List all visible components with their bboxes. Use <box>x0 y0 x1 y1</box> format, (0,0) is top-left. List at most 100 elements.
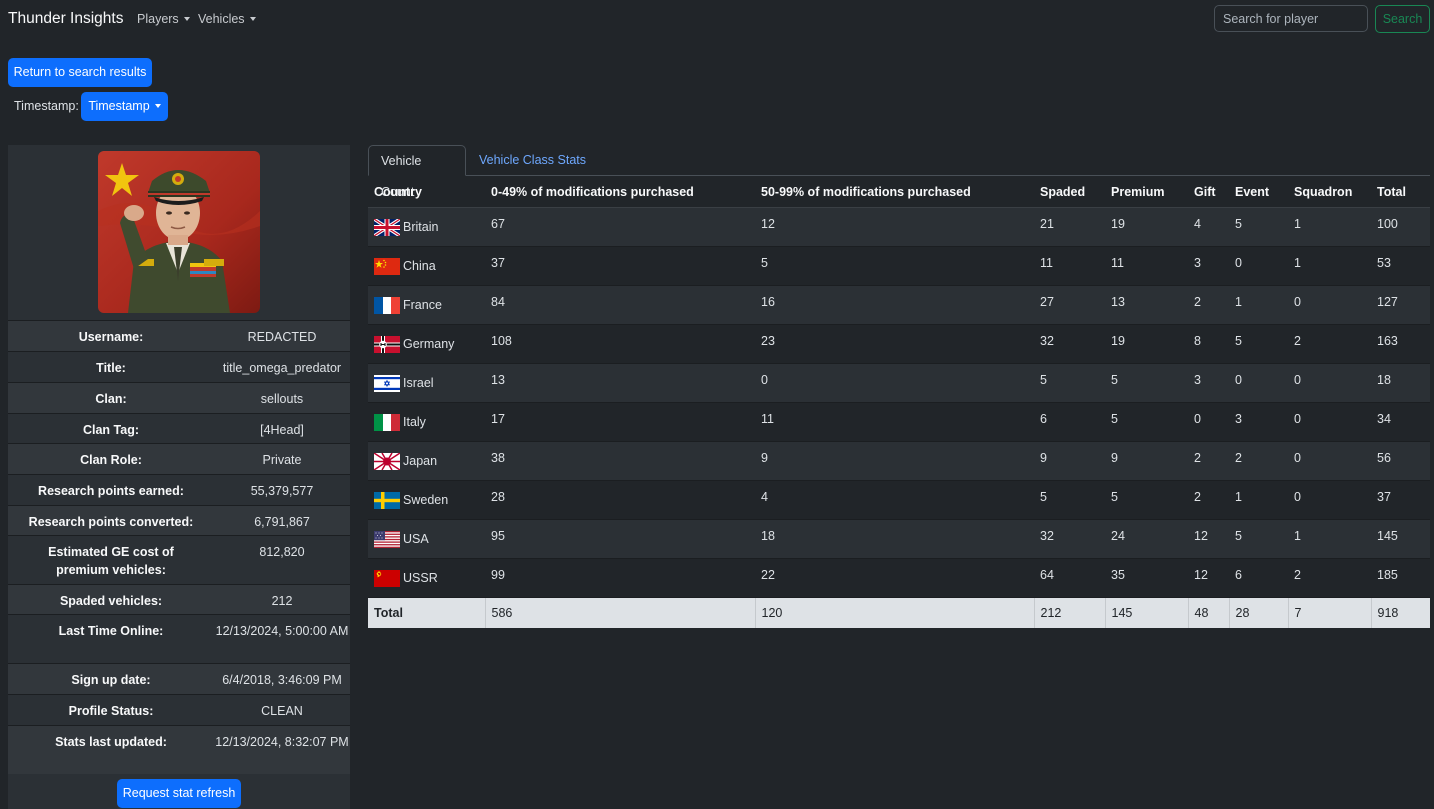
profile-row-label: Clan Tag: <box>82 423 140 437</box>
table-cell: 13 <box>485 363 755 403</box>
usa-flag-icon <box>374 530 403 548</box>
table-cell: 19 <box>1105 324 1188 364</box>
column-header[interactable]: Gift <box>1188 176 1229 208</box>
tab-vehicle-class-stats[interactable]: Vehicle Class Stats <box>467 145 598 176</box>
table-cell: 16 <box>755 285 1034 325</box>
column-header[interactable]: 50-99% of modifications purchased <box>755 176 1034 208</box>
request-stat-refresh-button[interactable]: Request stat refresh <box>117 779 241 808</box>
table-cell: 6 <box>1229 558 1288 598</box>
table-cell: 56 <box>1371 441 1430 481</box>
profile-row: Last Time Online: 12/13/2024, 5:00:00 AM <box>8 614 350 663</box>
cell-value: 17 <box>491 412 505 426</box>
profile-row-label: Research points converted: <box>28 515 194 529</box>
table-cell: 32 <box>1034 324 1105 364</box>
cell-value: 5 <box>1040 373 1047 387</box>
country-name: USSR <box>403 570 438 585</box>
cell-value: 32 <box>1040 334 1054 348</box>
table-cell: 2 <box>1229 441 1288 481</box>
cell-value: 67 <box>491 217 505 231</box>
table-cell: 9 <box>755 441 1034 481</box>
cell-value: 53 <box>1377 256 1391 270</box>
cell-value: 22 <box>761 568 775 582</box>
cell-value: 9 <box>1111 451 1118 465</box>
country-cell: France <box>368 285 485 325</box>
table-cell: 3 <box>1188 246 1229 286</box>
cell-value: 0 <box>1294 373 1301 387</box>
table-cell: 37 <box>485 246 755 286</box>
column-header[interactable]: 0-49% of modifications purchased <box>485 176 755 208</box>
country-name: Britain <box>403 219 439 234</box>
profile-row-label: Spaded vehicles: <box>59 594 163 608</box>
cell-value: 3 <box>1235 412 1242 426</box>
table-cell: 67 <box>485 207 755 247</box>
cell-value: 3 <box>1194 256 1201 270</box>
germany-flag-icon <box>374 335 403 353</box>
profile-row-value: 212 <box>271 594 293 608</box>
cell-value: 34 <box>1377 412 1391 426</box>
cell-value: 9 <box>761 451 768 465</box>
profile-row-value: REDACTED <box>247 330 317 344</box>
table-row: China 37 5 11 11 3 0 1 53 <box>368 246 1430 286</box>
table-cell: 3 <box>1188 363 1229 403</box>
table-cell: 2 <box>1288 558 1371 598</box>
column-header[interactable]: Squadron <box>1288 176 1371 208</box>
table-cell: 0 <box>755 363 1034 403</box>
cell-value: 5 <box>1235 529 1242 543</box>
total-cell: 212 <box>1033 597 1105 628</box>
profile-row-label: Clan Role: <box>80 453 142 467</box>
table-cell: 5 <box>1229 207 1288 247</box>
country-name: China <box>403 258 436 273</box>
cell-value: 5 <box>761 256 768 270</box>
profile-row-value: 55,379,577 <box>250 484 314 498</box>
table-cell: 11 <box>1105 246 1188 286</box>
table-cell: 2 <box>1188 285 1229 325</box>
table-cell: 24 <box>1105 519 1188 559</box>
table-cell: 100 <box>1371 207 1430 247</box>
profile-row: Clan Role: Private <box>8 443 350 474</box>
tab-vehicle-count[interactable]: Vehicle Count <box>368 145 466 199</box>
profile-row-value: 6,791,867 <box>254 515 310 529</box>
profile-row: Sign up date: 6/4/2018, 3:46:09 PM <box>8 663 350 694</box>
profile-row-value: [4Head] <box>260 423 304 437</box>
cell-value: 5 <box>1040 490 1047 504</box>
cell-value: 18 <box>761 529 775 543</box>
cell-value: 0 <box>1235 256 1242 270</box>
cell-value: 0 <box>1294 451 1301 465</box>
profile-row-value: Private <box>262 453 302 467</box>
table-cell: 12 <box>1188 519 1229 559</box>
cell-value: 11 <box>1040 256 1053 270</box>
cell-value: 21 <box>1040 217 1054 231</box>
profile-row-label: Title: <box>96 361 126 375</box>
cell-value: 56 <box>1377 451 1391 465</box>
table-cell: 5 <box>1229 324 1288 364</box>
player-search-input[interactable] <box>1214 5 1368 32</box>
vehicles-menu[interactable]: Vehicles <box>198 12 256 26</box>
table-cell: 12 <box>755 207 1034 247</box>
column-header[interactable]: Spaded <box>1034 176 1105 208</box>
table-cell: 0 <box>1229 363 1288 403</box>
search-button[interactable]: Search <box>1375 5 1430 33</box>
column-header[interactable]: Country <box>368 176 485 208</box>
navbar: Thunder Insights Players Vehicles Search <box>0 0 1434 40</box>
profile-row: Clan Tag: [4Head] <box>8 413 350 443</box>
column-header[interactable]: Premium <box>1105 176 1188 208</box>
cell-value: 5 <box>1111 412 1118 426</box>
vehicles-menu-label: Vehicles <box>198 12 245 26</box>
cell-value: 1 <box>1235 490 1242 504</box>
table-cell: 53 <box>1371 246 1430 286</box>
column-header[interactable]: Total <box>1371 176 1430 208</box>
total-cell: 145 <box>1104 597 1188 628</box>
brand-title[interactable]: Thunder Insights <box>8 10 123 28</box>
table-cell: 1 <box>1288 207 1371 247</box>
cell-value: 12 <box>761 217 775 231</box>
cell-value: 27 <box>1040 295 1054 309</box>
profile-row: Username: REDACTED <box>8 320 350 351</box>
players-menu[interactable]: Players <box>137 12 190 26</box>
column-header[interactable]: Event <box>1229 176 1288 208</box>
cell-value: 1 <box>1235 295 1242 309</box>
table-cell: 145 <box>1371 519 1430 559</box>
return-to-results-button[interactable]: Return to search results <box>8 58 152 87</box>
timestamp-dropdown[interactable]: Timestamp <box>81 92 168 121</box>
country-cell: Italy <box>368 402 485 442</box>
table-cell: 34 <box>1371 402 1430 442</box>
